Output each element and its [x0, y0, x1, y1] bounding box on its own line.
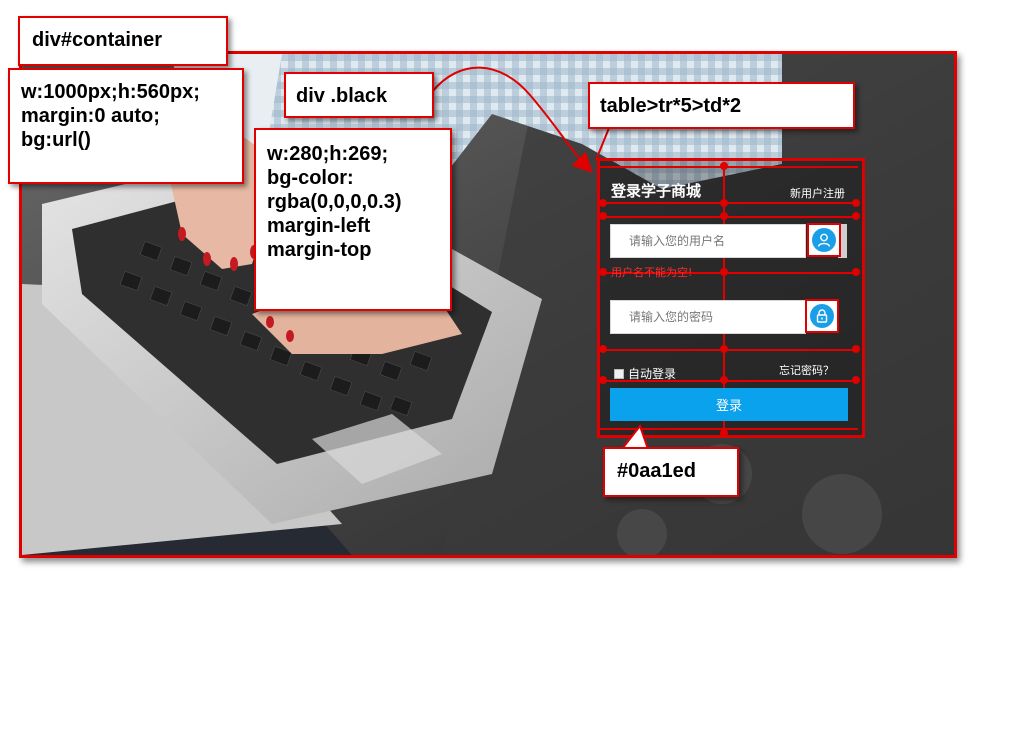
- guide-dot: [852, 268, 860, 276]
- guide-dot: [720, 429, 728, 437]
- container-props-annotation: w:1000px;h:560px; margin:0 auto; bg:url(…: [8, 68, 244, 184]
- guide-dot: [852, 212, 860, 220]
- table-row-guide: [600, 216, 858, 218]
- guide-dot: [599, 268, 607, 276]
- annotation-line: rgba(0,0,0,0.3): [267, 191, 402, 213]
- login-title: 登录学子商城: [611, 182, 702, 200]
- annotation-line: w:1000px;h:560px;: [21, 81, 200, 103]
- username-input[interactable]: [611, 225, 805, 257]
- checkbox-square[interactable]: [614, 368, 624, 379]
- table-row-guide: [600, 166, 858, 168]
- guide-dot: [599, 212, 607, 220]
- lock-icon-button: [805, 299, 839, 333]
- annotation-line: margin-top: [267, 239, 372, 261]
- password-input[interactable]: [611, 301, 805, 333]
- black-div-annotation: div .black: [284, 72, 434, 118]
- remember-me-label: 自动登录: [628, 367, 677, 381]
- table-row-guide: [600, 349, 858, 351]
- annotation-line: margin-left: [267, 215, 371, 237]
- annotation-line: margin:0 auto;: [21, 105, 160, 127]
- annotation-line: bg:url(): [21, 129, 91, 151]
- black-props-annotation: w:280;h:269; bg-color: rgba(0,0,0,0.3) m…: [254, 128, 452, 311]
- guide-dot: [720, 162, 728, 170]
- user-icon: [817, 233, 831, 247]
- annotation-line: bg-color:: [267, 167, 354, 189]
- forgot-password-link[interactable]: 忘记密码？: [779, 362, 834, 378]
- password-field[interactable]: [610, 300, 806, 334]
- guide-dot: [599, 199, 607, 207]
- username-error-text: 用户名不能为空!: [611, 266, 693, 279]
- table-annotation: table>tr*5>td*2: [588, 82, 855, 129]
- annotation-title: #0aa1ed: [617, 460, 696, 482]
- container-annotation: div#container: [18, 16, 228, 66]
- username-field[interactable]: [610, 224, 806, 258]
- register-link[interactable]: 新用户注册: [790, 185, 845, 201]
- guide-dot: [720, 376, 728, 384]
- guide-dot: [720, 212, 728, 220]
- color-annotation: #0aa1ed: [603, 447, 739, 497]
- table-row-guide: [600, 428, 858, 430]
- lock-icon: [816, 309, 828, 323]
- guide-dot: [852, 376, 860, 384]
- guide-dot: [720, 199, 728, 207]
- guide-dot: [852, 345, 860, 353]
- remember-me-checkbox[interactable]: 自动登录: [614, 365, 676, 382]
- guide-dot: [720, 345, 728, 353]
- guide-dot: [852, 199, 860, 207]
- annotation-title: div .black: [296, 85, 388, 107]
- login-button[interactable]: 登录: [610, 388, 848, 421]
- guide-dot: [599, 345, 607, 353]
- guide-dot: [720, 268, 728, 276]
- annotation-line: w:280;h:269;: [267, 143, 389, 165]
- guide-dot: [599, 376, 607, 384]
- table-row-guide: [600, 202, 858, 204]
- design-mockup: 登录学子商城 新用户注册 用户名不能为空! 自动登录 忘记密码？ 登录: [0, 0, 1024, 738]
- user-icon-button: [807, 223, 841, 257]
- annotation-title: div#container: [32, 29, 163, 51]
- annotation-title: table>tr*5>td*2: [600, 95, 742, 117]
